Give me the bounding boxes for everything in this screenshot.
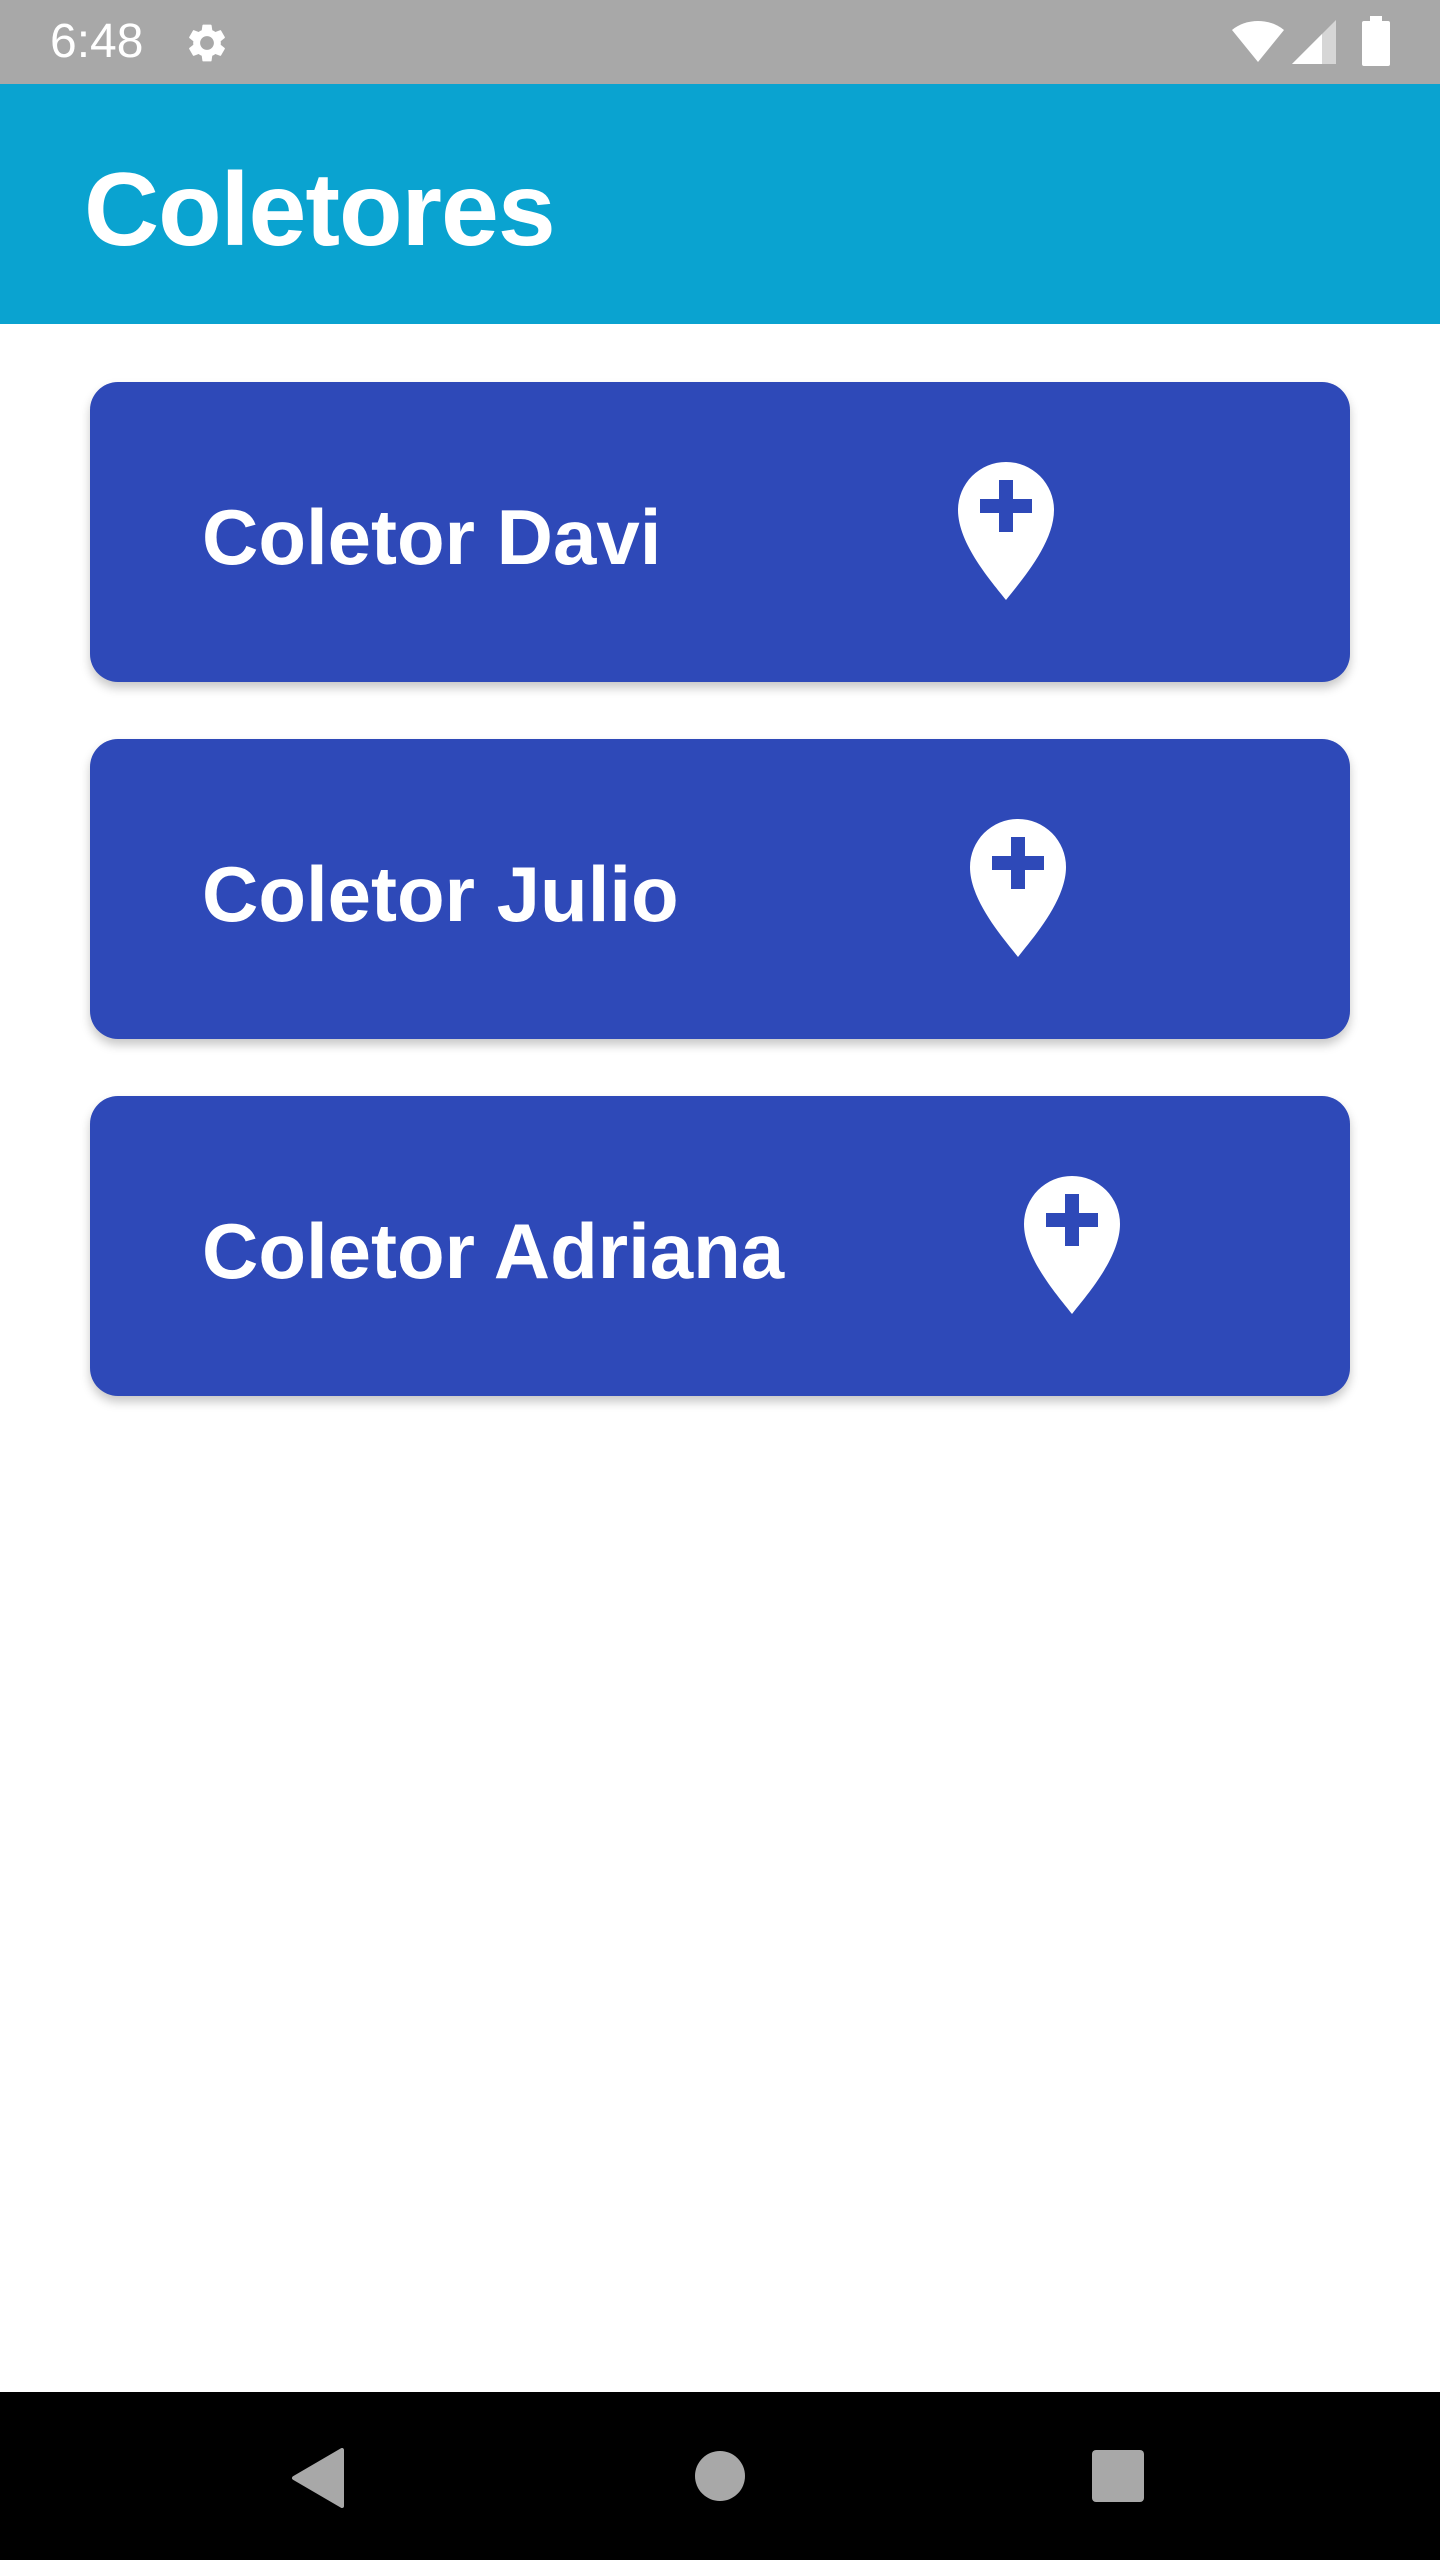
screen: 6:48 Coletores Coletor Davi Coletor Juli… bbox=[0, 0, 1440, 2560]
status-time: 6:48 bbox=[50, 15, 144, 68]
collector-card-adriana[interactable]: Coletor Adriana bbox=[90, 1096, 1350, 1396]
collector-label: Coletor Adriana bbox=[202, 1207, 785, 1295]
add-location-icon bbox=[1024, 1176, 1120, 1314]
wifi-icon bbox=[1232, 21, 1284, 62]
collector-label: Coletor Davi bbox=[202, 493, 662, 581]
recents-icon[interactable] bbox=[1092, 2450, 1144, 2502]
cell-signal-icon bbox=[1292, 20, 1336, 64]
back-icon[interactable] bbox=[290, 2448, 346, 2508]
add-location-icon bbox=[970, 819, 1066, 957]
gear-icon bbox=[189, 24, 225, 62]
home-icon[interactable] bbox=[694, 2450, 746, 2502]
battery-icon bbox=[1362, 16, 1390, 66]
add-location-icon bbox=[958, 462, 1054, 600]
collector-card-davi[interactable]: Coletor Davi bbox=[90, 382, 1350, 682]
collector-card-julio[interactable]: Coletor Julio bbox=[90, 739, 1350, 1039]
status-bar: 6:48 bbox=[0, 0, 1440, 84]
collector-label: Coletor Julio bbox=[202, 850, 679, 938]
page-title: Coletores bbox=[84, 152, 556, 268]
